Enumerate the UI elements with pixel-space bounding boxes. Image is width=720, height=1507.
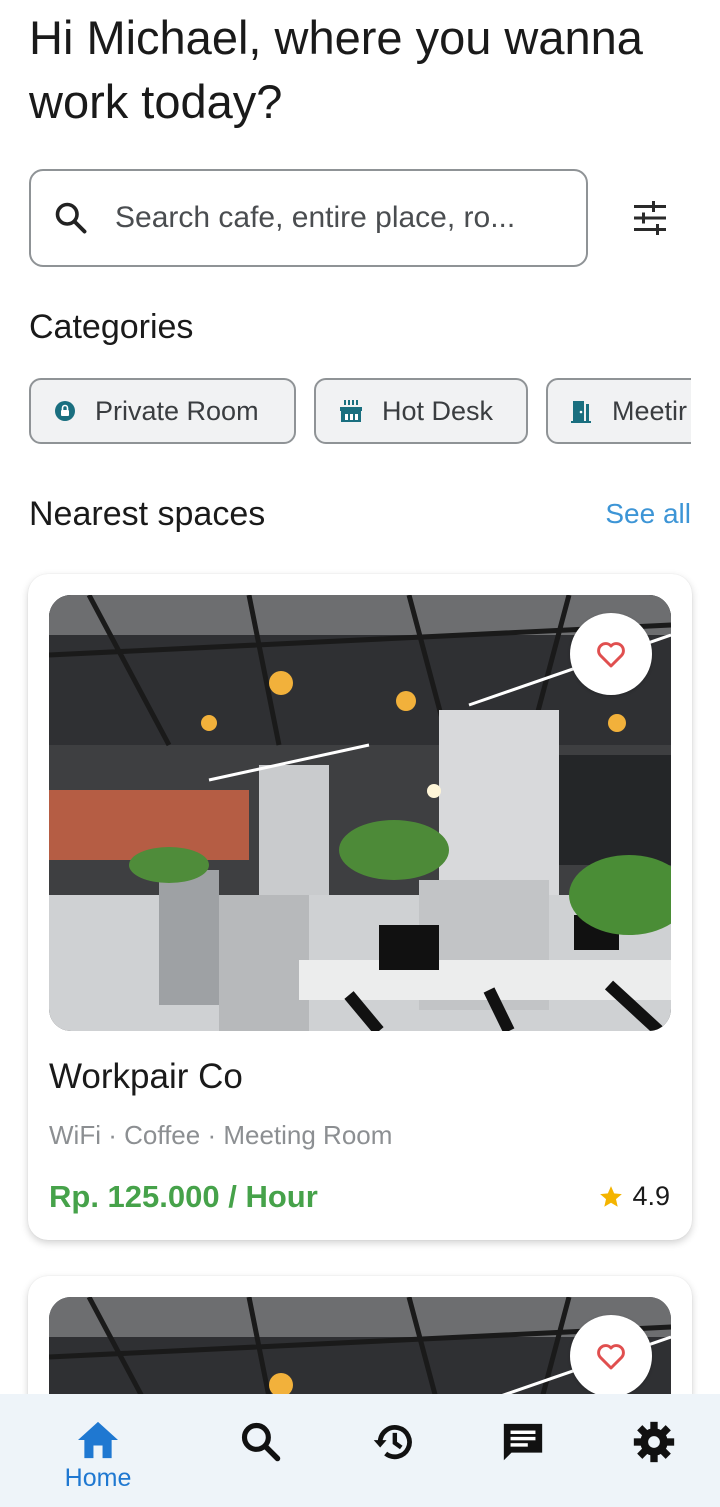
space-name: Workpair Co — [49, 1057, 243, 1096]
nav-messages[interactable] — [463, 1394, 583, 1507]
category-chip-hot-desk[interactable]: Hot Desk — [314, 378, 528, 444]
space-rating: 4.9 — [598, 1181, 670, 1212]
greeting-title: Hi Michael, where you wanna work today? — [29, 11, 643, 128]
category-chip-meeting[interactable]: Meetir — [546, 378, 691, 444]
star-icon — [600, 1185, 623, 1207]
nav-search[interactable] — [201, 1394, 321, 1507]
nav-history[interactable] — [333, 1394, 453, 1507]
favorite-button[interactable] — [570, 613, 652, 695]
bottom-navigation: Home — [0, 1394, 720, 1507]
heart-icon — [597, 1344, 625, 1370]
category-list: Private Room Hot Desk Meetir — [29, 378, 691, 448]
chat-icon — [503, 1423, 543, 1461]
heart-icon — [597, 642, 625, 668]
nav-home-label: Home — [64, 1464, 132, 1492]
category-chip-private-room[interactable]: Private Room — [29, 378, 296, 444]
tune-icon[interactable] — [630, 200, 670, 236]
space-card[interactable]: Workpair Co WiFi · Coffee · Meeting Room… — [28, 574, 692, 1240]
lock-icon — [55, 401, 75, 421]
nav-home[interactable]: Home — [38, 1394, 158, 1507]
space-price: Rp. 125.000 / Hour — [49, 1179, 318, 1214]
see-all-link[interactable]: See all — [605, 498, 691, 530]
category-label: Meetir — [612, 395, 688, 426]
search-placeholder: Search cafe, entire place, ro... — [115, 201, 516, 234]
category-label: Private Room — [95, 395, 259, 426]
favorite-button[interactable] — [570, 1315, 652, 1397]
search-icon — [241, 1422, 281, 1462]
history-icon — [373, 1425, 412, 1460]
door-icon — [571, 401, 591, 423]
category-label: Hot Desk — [382, 395, 494, 426]
desk-icon — [340, 400, 362, 422]
settings-icon — [633, 1421, 675, 1463]
space-amenities: WiFi · Coffee · Meeting Room — [49, 1120, 393, 1150]
search-icon — [55, 202, 87, 234]
search-bar[interactable]: Search cafe, entire place, ro... — [29, 169, 588, 267]
categories-title: Categories — [29, 308, 194, 346]
rating-value: 4.9 — [632, 1181, 670, 1211]
home-icon — [78, 1421, 118, 1459]
nearest-spaces-title: Nearest spaces — [29, 495, 266, 533]
nav-settings[interactable] — [594, 1394, 714, 1507]
